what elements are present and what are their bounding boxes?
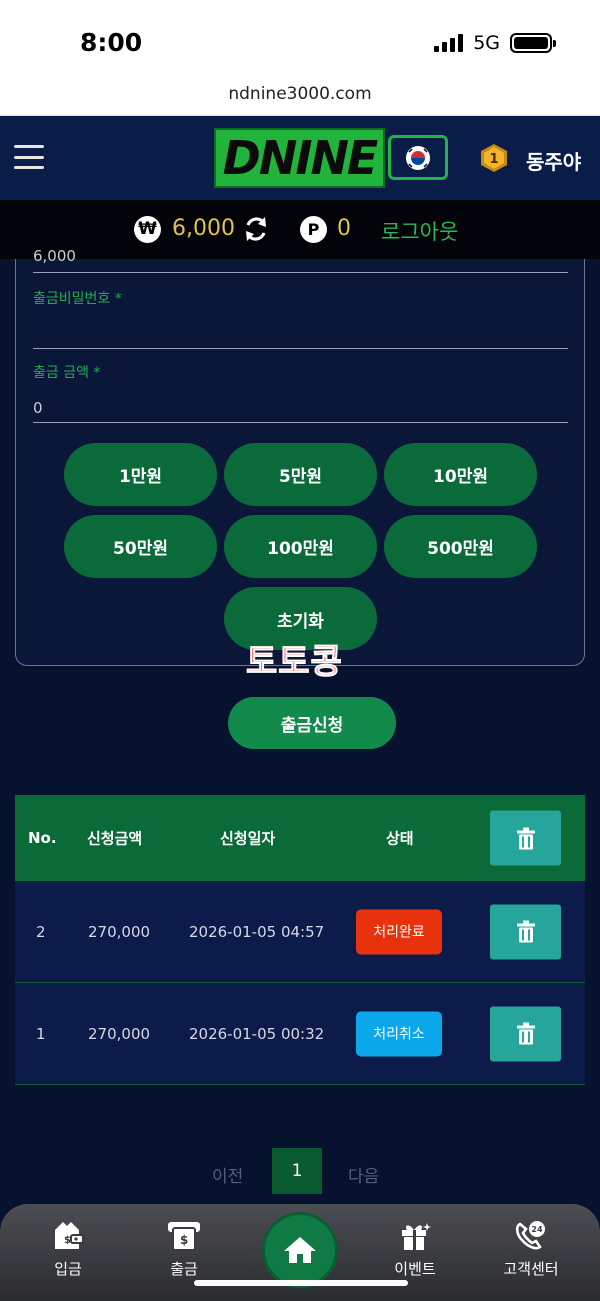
nav-home-button[interactable] — [262, 1212, 338, 1288]
nav-deposit-label: 입금 — [54, 1260, 82, 1278]
delete-row-button[interactable] — [490, 904, 561, 959]
point-balance: 0 — [337, 216, 351, 241]
point-icon: P — [300, 216, 327, 243]
wallet-icon: $ — [55, 1222, 84, 1249]
logo-text: DNINE — [222, 131, 379, 185]
password-input[interactable] — [33, 309, 568, 347]
balance-bar: ₩ 6,000 P 0 로그아웃 — [0, 200, 600, 259]
quick-amount-button[interactable]: 50만원 — [64, 515, 217, 578]
row-amount: 270,000 — [88, 1024, 151, 1043]
field-underline — [33, 422, 568, 423]
amount-input[interactable]: 0 — [33, 399, 43, 417]
site-header: DNINE — [0, 116, 600, 200]
row-no: 1 — [36, 1024, 46, 1043]
table-row: 2 270,000 2026-01-05 04:57 처리완료 — [15, 881, 585, 983]
language-button[interactable] — [388, 135, 448, 180]
watermark: 토토콩 — [246, 642, 343, 683]
nav-withdraw[interactable]: $ 출금 — [139, 1220, 229, 1279]
support-24-icon: 24 — [515, 1221, 545, 1250]
row-no: 2 — [36, 922, 46, 941]
pager-next[interactable]: 다음 — [348, 1162, 379, 1187]
atm-cash-icon: $ — [168, 1222, 200, 1251]
korea-flag-icon — [406, 145, 430, 170]
level-badge-icon: 1 — [481, 144, 507, 172]
row-amount: 270,000 — [88, 922, 151, 941]
nav-events-label: 이벤트 — [394, 1260, 436, 1278]
delete-row-button[interactable] — [490, 1006, 561, 1061]
trash-icon — [516, 827, 535, 849]
col-no: No. — [28, 829, 57, 847]
quick-amount-button[interactable]: 5만원 — [224, 443, 377, 506]
network-label: 5G — [473, 32, 500, 54]
won-icon: ₩ — [134, 216, 161, 243]
battery-icon — [510, 33, 556, 53]
clock: 8:00 — [80, 28, 143, 57]
svg-text:1: 1 — [489, 152, 498, 167]
pager-prev[interactable]: 이전 — [212, 1162, 243, 1187]
field-underline — [33, 272, 568, 273]
field-underline — [33, 348, 568, 349]
withdraw-submit-button[interactable]: 출금신청 — [228, 697, 396, 749]
logout-link[interactable]: 로그아웃 — [381, 216, 458, 246]
withdraw-history-table: No. 신청금액 신청일자 상태 2 270,000 2026-01-05 04… — [15, 795, 585, 1085]
svg-text:$: $ — [64, 1235, 71, 1246]
nav-deposit[interactable]: $ 입금 — [23, 1220, 113, 1279]
site-logo[interactable]: DNINE — [214, 128, 385, 188]
status-icons: 5G — [434, 32, 556, 54]
nav-events[interactable]: 이벤트 — [370, 1220, 460, 1279]
nav-support-label: 고객센터 — [503, 1260, 559, 1278]
previous-field-value: 6,000 — [33, 247, 76, 265]
address-bar[interactable]: ndnine3000.com — [0, 78, 600, 116]
nav-support[interactable]: 24 고객센터 — [486, 1220, 576, 1279]
status-badge: 처리완료 — [356, 909, 442, 954]
quick-amount-button[interactable]: 1만원 — [64, 443, 217, 506]
svg-text:24: 24 — [531, 1225, 543, 1234]
quick-amount-button[interactable]: 100만원 — [224, 515, 377, 578]
gift-icon — [402, 1223, 431, 1250]
row-date: 2026-01-05 00:32 — [189, 1024, 325, 1043]
trash-icon — [516, 920, 535, 943]
svg-text:$: $ — [180, 1233, 188, 1247]
cash-balance: 6,000 — [172, 216, 235, 241]
col-amount: 신청금액 — [87, 829, 143, 848]
quick-amount-button[interactable]: 10만원 — [384, 443, 537, 506]
home-indicator — [194, 1280, 408, 1286]
table-header: No. 신청금액 신청일자 상태 — [15, 795, 585, 881]
amount-label: 출금 금액 * — [33, 365, 101, 381]
status-badge: 처리취소 — [356, 1011, 442, 1056]
delete-all-button[interactable] — [490, 810, 561, 866]
status-bar: 8:00 5G — [0, 0, 600, 84]
nav-withdraw-label: 출금 — [170, 1260, 198, 1278]
row-date: 2026-01-05 04:57 — [189, 922, 325, 941]
refresh-icon[interactable] — [241, 214, 271, 244]
col-status: 상태 — [386, 829, 414, 848]
trash-icon — [516, 1022, 535, 1045]
col-date: 신청일자 — [220, 829, 276, 848]
password-label: 출금비밀번호 * — [33, 291, 122, 307]
quick-amount-button[interactable]: 500만원 — [384, 515, 537, 578]
pager-current[interactable]: 1 — [272, 1148, 322, 1194]
table-row: 1 270,000 2026-01-05 00:32 처리취소 — [15, 983, 585, 1085]
username[interactable]: 동주야 — [526, 146, 581, 175]
signal-icon — [434, 34, 464, 52]
menu-icon[interactable] — [14, 145, 44, 169]
home-icon — [284, 1237, 316, 1263]
